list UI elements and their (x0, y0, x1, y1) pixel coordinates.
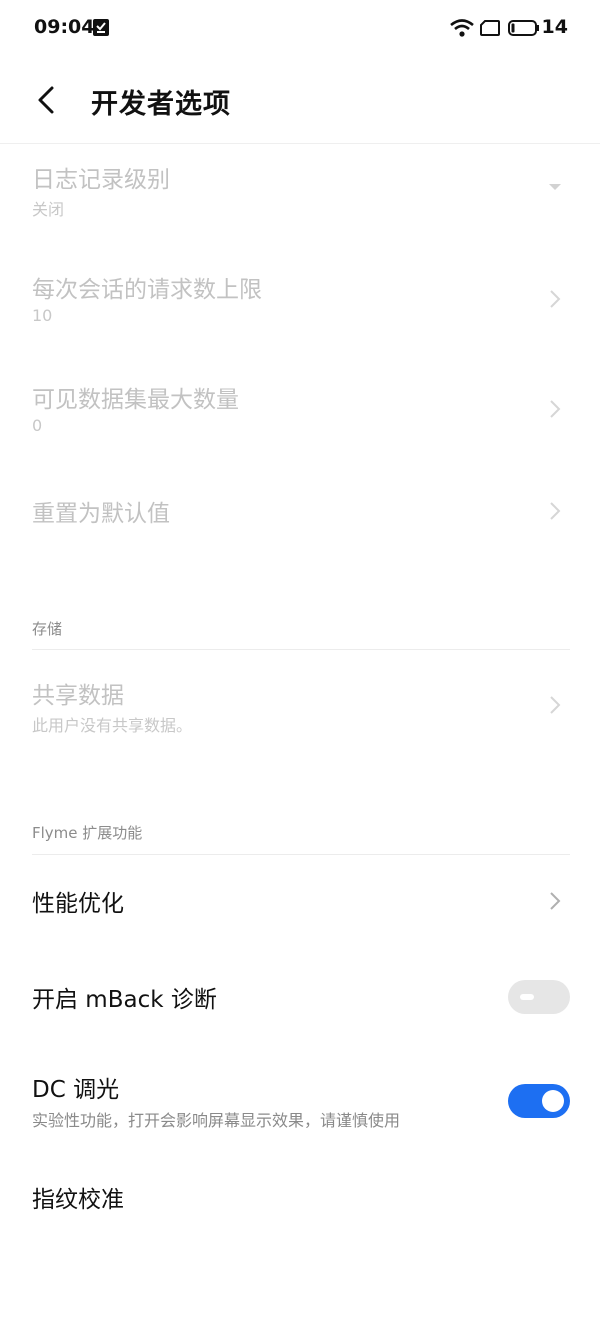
status-time: 09:04 (34, 16, 95, 38)
fingerprint-calibration-title: 指纹校准 (32, 1187, 124, 1213)
dc-dimming-title: DC 调光 (32, 1077, 120, 1103)
status-bar: 09:04 14 (0, 0, 600, 56)
visible-datasets-title: 可见数据集最大数量 (32, 387, 239, 413)
mback-diagnosis-item[interactable]: 开启 mBack 诊断 (0, 962, 600, 1032)
mback-diagnosis-title: 开启 mBack 诊断 (32, 987, 217, 1013)
back-button[interactable] (26, 78, 66, 122)
chevron-right-icon (550, 502, 561, 520)
shared-data-value: 此用户没有共享数据。 (32, 716, 193, 735)
requests-per-session-value: 10 (32, 306, 53, 325)
flyme-section-header: Flyme 扩展功能 (32, 824, 143, 842)
log-level-value: 关闭 (32, 200, 65, 219)
chevron-right-icon (550, 290, 561, 308)
page-title: 开发者选项 (91, 89, 231, 120)
chevron-right-icon (550, 696, 561, 714)
mback-diagnosis-switch[interactable] (508, 980, 570, 1014)
back-arrow-icon (38, 86, 54, 114)
notification-icon (93, 19, 109, 36)
wifi-icon (450, 19, 474, 37)
log-level-item[interactable]: 日志记录级别 关闭 (0, 146, 600, 242)
fingerprint-calibration-item[interactable]: 指纹校准 (0, 1162, 600, 1232)
reset-defaults-title: 重置为默认值 (32, 501, 170, 527)
shared-data-item[interactable]: 共享数据 此用户没有共享数据。 (0, 662, 600, 758)
dc-dimming-switch[interactable] (508, 1084, 570, 1118)
dropdown-arrow-icon (549, 184, 561, 190)
dc-dimming-item[interactable]: DC 调光 实验性功能，打开会影响屏幕显示效果，请谨慎使用 (0, 1062, 600, 1142)
divider (32, 649, 570, 650)
storage-section-header: 存储 (32, 620, 63, 638)
requests-per-session-item[interactable]: 每次会话的请求数上限 10 (0, 256, 600, 352)
switch-knob (542, 1090, 564, 1112)
chevron-right-icon (550, 892, 561, 910)
requests-per-session-title: 每次会话的请求数上限 (32, 277, 262, 303)
switch-knob (520, 994, 534, 1000)
shared-data-title: 共享数据 (32, 683, 124, 709)
divider (32, 854, 570, 855)
battery-level: 14 (541, 16, 568, 38)
dc-dimming-description: 实验性功能，打开会影响屏幕显示效果，请谨慎使用 (32, 1111, 401, 1130)
reset-defaults-item[interactable]: 重置为默认值 (0, 476, 600, 546)
visible-datasets-value: 0 (32, 416, 43, 435)
battery-icon (508, 20, 539, 36)
log-level-title: 日志记录级别 (32, 167, 170, 193)
visible-datasets-item[interactable]: 可见数据集最大数量 0 (0, 366, 600, 462)
chevron-right-icon (550, 400, 561, 418)
performance-optimization-title: 性能优化 (32, 891, 124, 917)
sim-card-icon (480, 20, 500, 36)
app-header: 开发者选项 (0, 56, 600, 144)
performance-optimization-item[interactable]: 性能优化 (0, 866, 600, 936)
status-icons: 14 (408, 14, 568, 42)
developer-options-screen: 09:04 14 开发者选项 日志记录级别 关闭 每次会话的请求数上限 10 可… (0, 0, 600, 1333)
